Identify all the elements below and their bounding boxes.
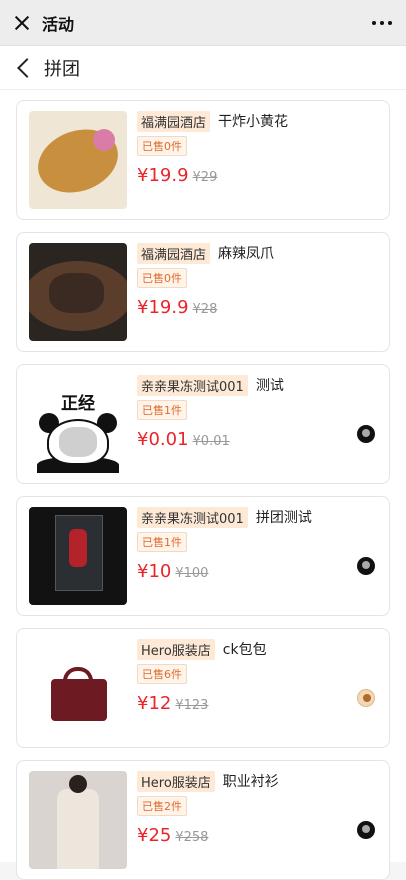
more-options-icon[interactable]	[372, 20, 392, 25]
group-price: ¥0.01	[137, 429, 189, 450]
original-price: ¥0.01	[192, 434, 230, 449]
product-info: 亲亲果冻测试001 拼团测试 已售1件 ¥10 ¥100	[137, 506, 377, 605]
top-bar-title: 活动	[42, 14, 75, 34]
product-info: 福满园酒店 干炸小黄花 已售0件 ¥19.9 ¥29	[137, 110, 377, 209]
top-bar-left: 活动	[14, 11, 74, 35]
product-card[interactable]: 福满园酒店 干炸小黄花 已售0件 ¥19.9 ¥29	[16, 100, 390, 220]
panda-meme-text: 正经	[61, 394, 95, 414]
seller-avatar	[357, 689, 375, 707]
product-info: Hero服装店 职业衬衫 已售2件 ¥25 ¥258	[137, 770, 377, 869]
product-image-figure-display	[29, 507, 127, 605]
sold-count: 已售0件	[137, 268, 187, 288]
product-name: ck包包	[222, 642, 267, 658]
group-price: ¥25	[137, 825, 172, 846]
original-price: ¥28	[192, 302, 218, 317]
original-price: ¥123	[175, 698, 209, 713]
product-card[interactable]: 福满园酒店 麻辣凤爪 已售0件 ¥19.9 ¥28	[16, 232, 390, 352]
shop-tag: 亲亲果冻测试001	[137, 374, 248, 396]
nav-bar: 拼团	[0, 46, 406, 90]
shop-tag: Hero服装店	[137, 638, 215, 660]
seller-avatar	[357, 557, 375, 575]
product-image-shirt-model	[29, 771, 127, 869]
back-icon[interactable]	[17, 57, 37, 78]
product-image-chicken-feet	[29, 243, 127, 341]
product-card[interactable]: Hero服装店 职业衬衫 已售2件 ¥25 ¥258	[16, 760, 390, 880]
product-card[interactable]: 亲亲果冻测试001 拼团测试 已售1件 ¥10 ¥100	[16, 496, 390, 616]
close-icon[interactable]	[14, 15, 30, 31]
product-info: 亲亲果冻测试001 测试 已售1件 ¥0.01 ¥0.01	[137, 374, 377, 473]
product-image-panda-meme: 正经	[29, 375, 127, 473]
group-price: ¥19.9	[137, 297, 189, 318]
original-price: ¥100	[175, 566, 209, 581]
sold-count: 已售0件	[137, 136, 187, 156]
product-image-fried-fish	[29, 111, 127, 209]
product-info: Hero服装店 ck包包 已售6件 ¥12 ¥123	[137, 638, 377, 737]
product-card[interactable]: 正经 亲亲果冻测试001 测试 已售1件 ¥0.01 ¥0.01	[16, 364, 390, 484]
seller-avatar	[357, 821, 375, 839]
sold-count: 已售2件	[137, 796, 187, 816]
original-price: ¥29	[192, 170, 218, 185]
sold-count: 已售6件	[137, 664, 187, 684]
shop-tag: 福满园酒店	[137, 242, 211, 264]
shop-tag: Hero服装店	[137, 770, 215, 792]
product-info: 福满园酒店 麻辣凤爪 已售0件 ¥19.9 ¥28	[137, 242, 377, 341]
product-name: 职业衬衫	[222, 774, 279, 790]
product-card[interactable]: Hero服装店 ck包包 已售6件 ¥12 ¥123	[16, 628, 390, 748]
product-name: 测试	[255, 378, 284, 394]
group-price: ¥10	[137, 561, 172, 582]
product-name: 拼团测试	[255, 510, 312, 526]
top-bar: 活动	[0, 0, 406, 46]
page-title: 拼团	[44, 58, 80, 80]
seller-avatar	[357, 425, 375, 443]
product-image-red-handbag	[29, 639, 127, 737]
shop-tag: 亲亲果冻测试001	[137, 506, 248, 528]
sold-count: 已售1件	[137, 532, 187, 552]
shop-tag: 福满园酒店	[137, 110, 211, 132]
group-price: ¥19.9	[137, 165, 189, 186]
sold-count: 已售1件	[137, 400, 187, 420]
product-list: 福满园酒店 干炸小黄花 已售0件 ¥19.9 ¥29 福满园酒店 麻辣凤爪 已售0件 …	[0, 90, 406, 880]
original-price: ¥258	[175, 830, 209, 845]
product-name: 麻辣凤爪	[218, 246, 275, 262]
product-name: 干炸小黄花	[218, 114, 289, 130]
group-price: ¥12	[137, 693, 172, 714]
